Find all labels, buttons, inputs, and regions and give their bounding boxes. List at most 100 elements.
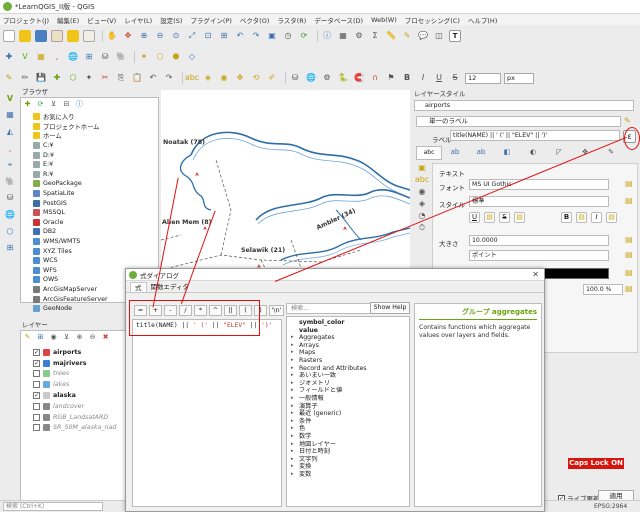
color-override-icon[interactable]: ▤ [625,268,635,278]
menu-settings[interactable]: 設定(S) [160,15,182,25]
tab-callout-icon[interactable]: ◸ [546,146,572,160]
strikeout-button[interactable]: S [499,212,510,223]
save-edits-icon[interactable]: 💾 [35,72,47,84]
layer-filter-icon[interactable]: ⊻ [62,333,71,342]
layer-select[interactable]: airports [414,100,634,111]
browser-item[interactable]: XYZ Tiles [23,246,156,256]
browser-item[interactable]: E:¥ [23,160,156,170]
size-unit-select[interactable]: ポイント [469,250,609,261]
refresh-icon[interactable]: ⟳ [298,30,310,42]
bold-override-icon[interactable]: ▤ [576,212,587,223]
layer-visibility-checkbox[interactable] [33,413,40,421]
function-group-item[interactable]: ▸ 変数 [291,471,407,479]
size-field[interactable]: 10.0000 [469,235,609,246]
font-select[interactable]: MS UI Gothic [469,179,609,190]
current-edits-icon[interactable]: ✎ [3,72,15,84]
show-help-button[interactable]: Show Help [370,302,410,314]
label-change-icon[interactable]: ✐ [266,72,278,84]
tab-formatting[interactable]: ab [442,146,468,160]
browser-item[interactable]: WMS/WMTS [23,237,156,247]
tab-expression[interactable]: 式 [130,282,147,292]
add-gpx-icon[interactable]: ⌖ [4,160,16,170]
function-group-item[interactable]: ▸ 地図レイヤー [291,441,407,449]
bold-style-icon[interactable]: B [401,72,413,84]
database-icon[interactable]: ⛁ [289,72,301,84]
add-group-icon[interactable]: ⊞ [36,333,45,342]
layer-visibility-checkbox[interactable] [33,381,40,389]
style-manager-icon[interactable] [83,30,95,42]
style-menu-icon[interactable]: ✎ [624,116,635,127]
browser-item[interactable]: お気に入り [23,112,156,122]
new-shapefile-icon[interactable]: ✦ [138,51,150,63]
layer-visibility-checkbox[interactable]: ✓ [33,359,40,367]
snap-magnet-icon[interactable]: ∩ [369,72,381,84]
identify-icon[interactable]: ⓘ [321,30,333,42]
zoom-in-icon[interactable]: ⊕ [138,30,150,42]
browser-item[interactable]: R:¥ [23,170,156,180]
function-group-item[interactable]: ▸ 数学 [291,433,407,441]
add-layer-icon[interactable]: ✚ [3,51,15,63]
label-rotate-icon[interactable]: ⟲ [250,72,262,84]
field-calculator-icon[interactable]: ⚙ [353,30,365,42]
browser-filter-icon[interactable]: ⊻ [49,100,58,109]
underline-style-icon[interactable]: U [433,72,445,84]
sidebar-symbology-icon[interactable]: ▣ [416,162,428,174]
sidebar-3d-icon[interactable]: ◈ [416,198,428,210]
zoom-last-icon[interactable]: ↶ [234,30,246,42]
menu-vector[interactable]: ベクタ(O) [240,15,269,25]
temporal-controller-icon[interactable]: ◷ [282,30,294,42]
add-wms-layer-icon[interactable]: 🌐 [4,210,16,220]
zoom-layer-icon[interactable]: ⊞ [218,30,230,42]
copy-features-icon[interactable]: ⎘ [115,72,127,84]
plugin-icon[interactable]: ⚑ [385,72,397,84]
function-group-item[interactable]: ▸ Maps [291,349,407,357]
pan-to-selection-icon[interactable]: ✥ [122,30,134,42]
toggle-editing-icon[interactable]: ✏ [19,72,31,84]
browser-item[interactable]: PostGIS [23,198,156,208]
sidebar-labels-icon[interactable]: abc [415,174,429,186]
new-virtual-icon[interactable]: ◇ [186,51,198,63]
add-polygon-icon[interactable]: ⬡ [67,72,79,84]
label-show-hide-icon[interactable]: ◉ [218,72,230,84]
add-mesh-layer-icon[interactable]: ◭ [4,127,16,137]
map-tips-icon[interactable]: 💬 [417,30,429,42]
measure-icon[interactable]: 📏 [385,30,397,42]
browser-item[interactable]: MSSQL [23,208,156,218]
redo-icon[interactable]: ↷ [163,72,175,84]
layer-visibility-checkbox[interactable] [33,370,40,378]
add-wms-icon[interactable]: 🌐 [67,51,79,63]
menu-project[interactable]: プロジェクト(J) [3,15,49,25]
add-text-layer-icon[interactable]: , [4,144,16,154]
layer-visibility-checkbox[interactable] [33,402,40,410]
italic-style-icon[interactable]: I [417,72,429,84]
unit-override-icon[interactable]: ▤ [625,250,635,260]
browser-info-icon[interactable]: ⓘ [75,100,84,109]
function-group-item[interactable]: ▸ 一般情報 [291,395,407,403]
function-group-item[interactable]: symbol_color [291,319,407,327]
crs-status[interactable]: EPSG:2964 [594,503,627,510]
layer-visibility-checkbox[interactable] [33,424,40,432]
font-override-icon[interactable]: ▤ [625,179,635,189]
function-group-item[interactable]: ▸ Aggregates [291,334,407,342]
style-select[interactable]: 標準 [469,196,609,207]
tab-text[interactable]: abc [416,146,442,160]
add-delimited-text-icon[interactable]: , [51,51,63,63]
layer-style-icon[interactable]: ✎ [23,333,32,342]
sidebar-masks-icon[interactable]: ◉ [416,186,428,198]
processing-icon[interactable]: ⚙ [321,72,333,84]
undo-icon[interactable]: ↶ [147,72,159,84]
add-sqlite-icon[interactable]: ⛁ [4,194,16,204]
font-unit-select[interactable]: px [504,72,534,84]
opacity-field[interactable]: 100.0 % [583,284,623,295]
size-override-icon[interactable]: ▤ [625,235,635,245]
bold-button[interactable]: B [561,212,572,223]
italic-button[interactable]: I [591,212,602,223]
add-postgis-icon[interactable]: 🐘 [115,51,127,63]
statistics-icon[interactable]: Σ [369,30,381,42]
pan-icon[interactable]: ✋ [106,30,118,42]
underline-override-icon[interactable]: ▤ [484,212,495,223]
tab-background-icon[interactable]: ◧ [494,146,520,160]
text-label-tool-icon[interactable]: T [449,30,461,42]
paste-features-icon[interactable]: 📋 [131,72,143,84]
new-print-layout-icon[interactable] [51,30,63,42]
